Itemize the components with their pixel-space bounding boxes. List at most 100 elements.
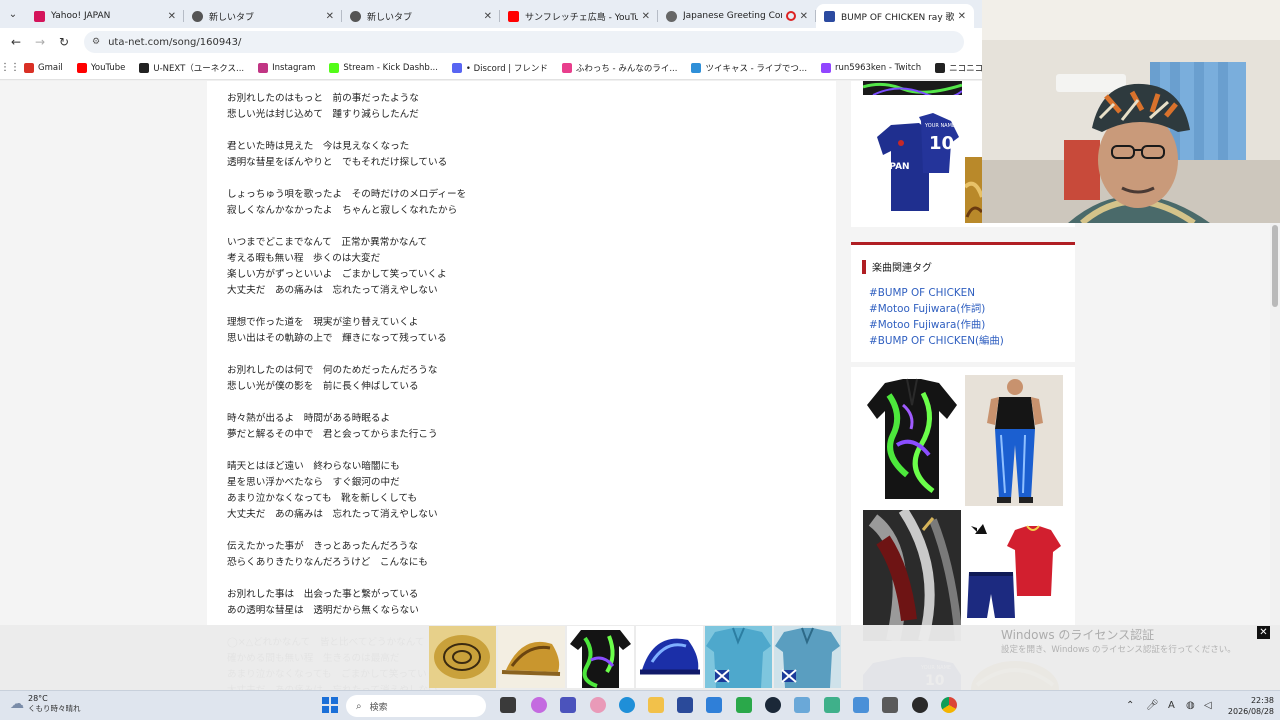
bookmark-4[interactable]: Stream - Kick Dashb...	[329, 62, 438, 73]
file-explorer-icon[interactable]	[648, 697, 664, 713]
ad-item-neon-shirt[interactable]	[567, 626, 634, 688]
steam-icon[interactable]	[765, 697, 781, 713]
product-image-shirt-partial[interactable]	[863, 81, 962, 95]
site-info-icon[interactable]: ⚙	[92, 37, 100, 47]
teams-icon[interactable]	[560, 697, 576, 713]
taskbar-search[interactable]: ⌕ 検索	[346, 695, 486, 717]
close-icon[interactable]: ✕	[800, 11, 808, 22]
arrow-left-icon: ←	[10, 35, 22, 49]
bookmark-2[interactable]: U-NEXT（ユーネクス...	[139, 62, 244, 74]
browser-toolbar: ← → ↻ ⚙ uta-net.com/song/160943/	[0, 28, 982, 56]
lyrics-line: あまり泣かなくなっても 靴を新しくしても	[227, 493, 418, 504]
back-button[interactable]: ←	[4, 35, 28, 49]
forward-button[interactable]: →	[28, 35, 52, 49]
bookmark-8[interactable]: run5963ken - Twitch	[821, 62, 921, 73]
bookmark-6[interactable]: ふわっち - みんなのライ...	[561, 62, 677, 74]
lyrics-line: 悲しい光は封じ込めて 踵すり減らしたんだ	[227, 109, 419, 120]
ime-indicator[interactable]: A	[1168, 700, 1175, 711]
lyrics-line: 考える暇も無い程 歩くのは大変だ	[227, 253, 381, 264]
ad-close-button[interactable]: ✕	[1257, 626, 1270, 639]
app-blue-icon[interactable]	[853, 697, 869, 713]
tab-label: Yahoo! JAPAN	[51, 11, 111, 21]
ad-item-blue-cap[interactable]	[636, 626, 703, 688]
lyrics-stanza: 理想で作った道を 現実が塗り替えていくよ 思い出はその軌跡の上で 輝きになって残っ…	[227, 315, 466, 347]
obs-icon[interactable]	[912, 697, 928, 713]
tag-link[interactable]: #Motoo Fujiwara(作曲)	[869, 317, 1004, 333]
edge-icon[interactable]	[619, 697, 635, 713]
product-image-glitter-jacket[interactable]	[863, 510, 961, 641]
volume-icon[interactable]: ◁	[1204, 700, 1212, 711]
windows-activation-subtitle: 設定を開き、Windows のライセンス認証を行ってください。	[1001, 645, 1236, 655]
lyrics-line: 寂しくなんかなかったよ ちゃんと寂しくなれたから	[227, 205, 458, 216]
tag-link[interactable]: #BUMP OF CHICKEN	[869, 285, 1004, 301]
reload-button[interactable]: ↻	[52, 35, 76, 49]
bookmark-icon	[821, 62, 832, 73]
network-icon[interactable]: ◍	[1186, 700, 1195, 711]
utanet-icon	[824, 10, 835, 22]
close-icon: ✕	[1259, 627, 1268, 638]
close-icon[interactable]: ✕	[326, 11, 334, 22]
app-cloud-icon[interactable]	[794, 697, 810, 713]
product-image-japan-jersey[interactable]: JAPAN YOUR NAME 10	[863, 103, 962, 223]
bookmark-1[interactable]: YouTube	[76, 62, 126, 73]
tab-5[interactable]: BUMP OF CHICKEN ray 歌詞 - ✕	[816, 4, 974, 28]
bookmark-icon	[935, 62, 946, 73]
product-image-neon-shirt[interactable]	[863, 375, 961, 506]
tab-4[interactable]: Japanese Greeting Convers ✕	[658, 4, 816, 28]
bookmark-label: YouTube	[90, 62, 126, 73]
lyrics-stanza: お別れしたのは何で 何のためだったんだろうな 悲しい光が僕の影を 前に長く伸ばして…	[227, 363, 466, 395]
tag-link[interactable]: #Motoo Fujiwara(作詞)	[869, 301, 1004, 317]
ad-item-gold-swirl[interactable]	[429, 626, 496, 688]
tab-3[interactable]: サンフレッチェ広島 - YouTube ✕	[500, 4, 658, 28]
tab-0[interactable]: Yahoo! JAPAN ✕	[26, 4, 184, 28]
lyrics-stanza: 伝えたかった事が きっとあったんだろうな 恐らくありきたりなんだろうけど こんなに…	[227, 539, 466, 571]
bookmark-0[interactable]: Gmail	[24, 62, 63, 73]
jersey-number-text: 10	[929, 133, 954, 154]
bookmark-9[interactable]: ニコニコ	[935, 62, 982, 74]
store-icon[interactable]	[677, 697, 693, 713]
close-icon[interactable]: ✕	[484, 11, 492, 22]
ad-item-gold-cap[interactable]	[498, 626, 565, 688]
close-icon[interactable]: ✕	[168, 11, 176, 22]
tab-2[interactable]: 新しいタブ ✕	[342, 4, 500, 28]
weather-widget[interactable]: ☁ 28°C くもり時々晴れ	[10, 694, 81, 714]
tab-search-button[interactable]: ⌄	[0, 0, 26, 28]
product-image-blue-pants[interactable]	[965, 375, 1063, 506]
lyrics-line: 伝えたかった事が きっとあったんだろうな	[227, 541, 418, 552]
close-icon[interactable]: ✕	[642, 11, 650, 22]
address-bar[interactable]: ⚙ uta-net.com/song/160943/	[84, 31, 964, 53]
close-icon[interactable]: ✕	[958, 11, 966, 22]
tag-link[interactable]: #BUMP OF CHICKEN(編曲)	[869, 333, 1004, 349]
system-clock[interactable]: 22:38 2026/08/28	[1226, 695, 1274, 717]
bookmark-label: ツイキャス - ライブでつ...	[705, 63, 808, 74]
bookmark-5[interactable]: • Discord | フレンド	[451, 62, 548, 74]
lyrics-line: 悲しい光が僕の影を 前に長く伸ばしている	[227, 381, 419, 392]
bookmark-3[interactable]: Instagram	[258, 62, 315, 73]
apps-grid-icon[interactable]: ⋮⋮	[0, 62, 20, 73]
xbox-icon[interactable]	[736, 697, 752, 713]
product-image-sport-set[interactable]	[965, 510, 1063, 641]
chrome-icon	[192, 10, 203, 22]
microphone-icon[interactable]: 🎤︎	[1146, 700, 1159, 711]
ad-item-polo-light-blue[interactable]	[705, 626, 772, 688]
app-pink-icon[interactable]	[590, 697, 606, 713]
start-button[interactable]	[322, 697, 338, 713]
product-image-partial-gold[interactable]	[965, 157, 982, 223]
tray-overflow-icon[interactable]: ⌃	[1126, 700, 1134, 711]
task-view-icon[interactable]	[500, 697, 516, 713]
lyrics-stanza: 時々熱が出るよ 時間がある時眠るよ 夢だと解るその中で 君と会ってからまた行こう	[227, 411, 466, 443]
ad-item-polo-teal[interactable]	[774, 626, 841, 688]
tab-1[interactable]: 新しいタブ ✕	[184, 4, 342, 28]
mail-icon[interactable]	[706, 697, 722, 713]
bookmark-7[interactable]: ツイキャス - ライブでつ...	[691, 62, 807, 74]
recording-icon	[785, 11, 796, 21]
app-green-icon[interactable]	[824, 697, 840, 713]
tab-label: 新しいタブ	[209, 12, 255, 23]
bookmark-icon	[139, 62, 150, 73]
scrollbar-thumb[interactable]	[1272, 225, 1278, 307]
chrome-taskbar-icon[interactable]	[941, 697, 957, 713]
calculator-icon[interactable]	[882, 697, 898, 713]
copilot-icon[interactable]	[531, 697, 547, 713]
windows-activation-title: Windows のライセンス認証	[1001, 628, 1155, 642]
lyrics-line: お別れしたのはもっと 前の事だったような	[227, 93, 419, 104]
